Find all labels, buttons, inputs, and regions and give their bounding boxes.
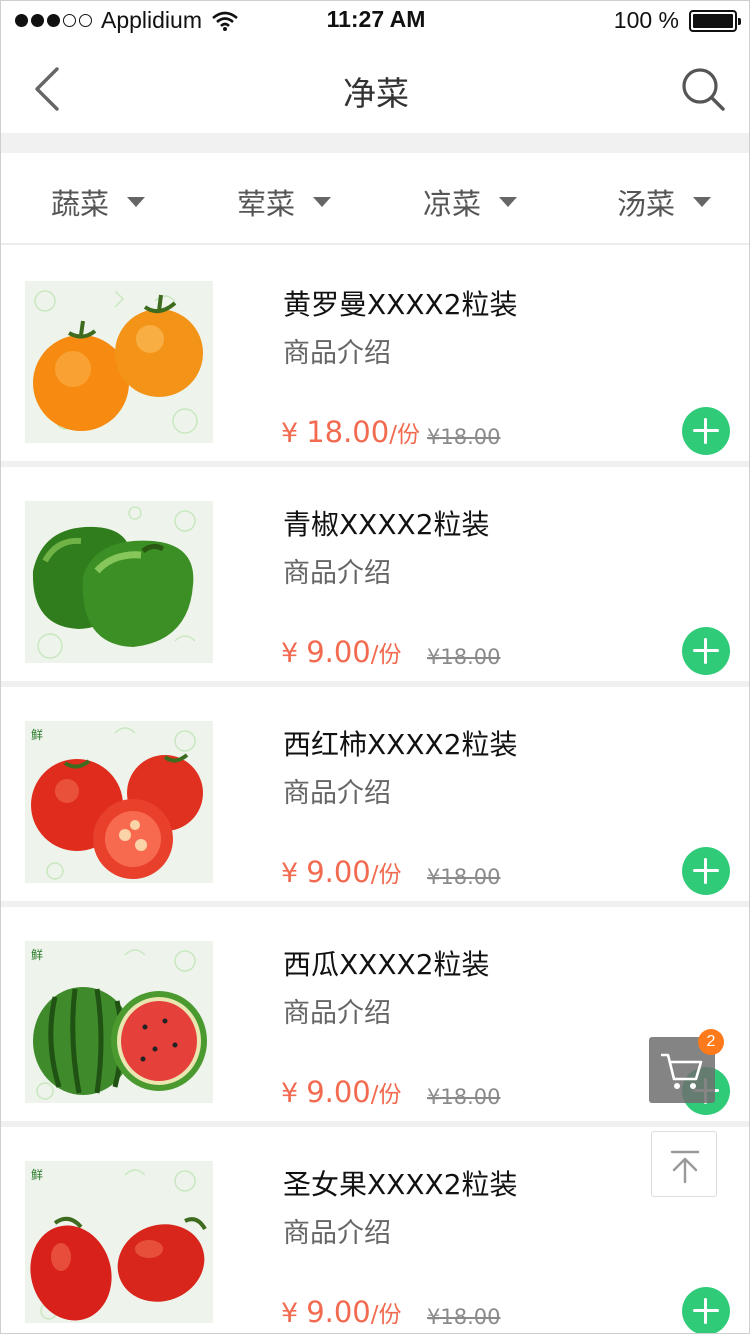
product-description: 商品介绍: [283, 338, 391, 369]
original-price: ¥18.00: [427, 425, 501, 449]
price-amount: 9.00: [306, 635, 371, 669]
section-divider: [1, 133, 749, 153]
product-image: [25, 501, 213, 663]
product-price: ¥ 9.00 /份: [281, 635, 402, 669]
status-bar: Applidium 11:27 AM 100 %: [1, 1, 749, 41]
original-price: ¥18.00: [427, 1085, 501, 1109]
price-amount: 18.00: [306, 415, 390, 449]
caret-down-icon: [693, 197, 712, 207]
cart-count-badge: 2: [698, 1029, 724, 1055]
category-filter-bar: 蔬菜 荤菜 凉菜 汤菜: [1, 153, 749, 245]
filter-label: 凉菜: [423, 187, 482, 221]
price-unit: /份: [370, 642, 402, 668]
price-currency: ¥: [281, 1078, 299, 1109]
product-image: 鲜: [25, 941, 213, 1103]
svg-text:鲜: 鲜: [31, 948, 43, 962]
add-to-cart-button[interactable]: [682, 407, 730, 455]
price-currency: ¥: [281, 1298, 299, 1329]
app-screen: Applidium 11:27 AM 100 % 净菜 蔬菜 荤菜 凉菜 汤菜 …: [0, 0, 750, 1334]
battery-icon: [689, 9, 741, 32]
caret-down-icon: [499, 197, 518, 207]
product-price: ¥ 9.00 /份: [281, 855, 402, 889]
svg-text:鲜: 鲜: [31, 1168, 43, 1182]
product-item[interactable]: 黄罗曼XXXX2粒装 商品介绍 ¥ 18.00 /份 ¥18.00: [1, 247, 749, 467]
filter-label: 蔬菜: [51, 187, 110, 221]
price-currency: ¥: [281, 858, 299, 889]
add-to-cart-button[interactable]: [682, 847, 730, 895]
filter-label: 汤菜: [617, 187, 676, 221]
product-price: ¥ 9.00 /份: [281, 1075, 402, 1109]
product-image: [25, 281, 213, 443]
price-unit: /份: [389, 422, 420, 448]
filter-label: 荤菜: [237, 187, 296, 221]
price-unit: /份: [370, 1082, 402, 1108]
scroll-to-top-button[interactable]: [651, 1131, 717, 1197]
price-unit: /份: [370, 1302, 402, 1328]
product-description: 商品介绍: [283, 778, 391, 809]
price-unit: /份: [370, 862, 402, 888]
product-item[interactable]: 鲜 西瓜XXXX2粒装 商品介绍 ¥ 9.00 /份 ¥18.00: [1, 907, 749, 1127]
price-amount: 9.00: [306, 1075, 371, 1109]
product-description: 商品介绍: [283, 1218, 391, 1249]
search-icon[interactable]: [679, 65, 727, 113]
product-image: 鲜: [25, 721, 213, 883]
price-amount: 9.00: [306, 855, 371, 889]
caret-down-icon: [313, 197, 332, 207]
original-price: ¥18.00: [427, 1305, 501, 1329]
product-item[interactable]: 青椒XXXX2粒装 商品介绍 ¥ 9.00 /份 ¥18.00: [1, 467, 749, 687]
add-to-cart-button[interactable]: [682, 1287, 730, 1333]
product-image: 鲜: [25, 1161, 213, 1323]
caret-down-icon: [127, 197, 146, 207]
page-title: 净菜: [343, 74, 409, 113]
product-name: 圣女果XXXX2粒装: [283, 1168, 518, 1201]
product-price: ¥ 18.00 /份: [281, 415, 420, 449]
filter-dropdown-cold-dishes[interactable]: 凉菜: [423, 181, 518, 223]
price-currency: ¥: [281, 638, 299, 669]
original-price: ¥18.00: [427, 865, 501, 889]
filter-dropdown-vegetables[interactable]: 蔬菜: [51, 181, 146, 223]
arrow-up-to-top-icon: [670, 1150, 700, 1184]
price-amount: 9.00: [306, 1295, 371, 1329]
svg-text:鲜: 鲜: [31, 728, 43, 742]
product-description: 商品介绍: [283, 998, 391, 1029]
product-price: ¥ 9.00 /份: [281, 1295, 402, 1329]
product-name: 黄罗曼XXXX2粒装: [283, 288, 518, 321]
product-name: 西瓜XXXX2粒装: [283, 948, 490, 981]
filter-dropdown-meat[interactable]: 荤菜: [237, 181, 332, 223]
original-price: ¥18.00: [427, 645, 501, 669]
navigation-bar: 净菜: [1, 41, 749, 133]
price-currency: ¥: [281, 418, 299, 449]
filter-dropdown-soup[interactable]: 汤菜: [617, 181, 712, 223]
battery-percent: 100 %: [613, 7, 679, 33]
product-name: 西红柿XXXX2粒装: [283, 728, 518, 761]
add-to-cart-button[interactable]: [682, 627, 730, 675]
product-name: 青椒XXXX2粒装: [283, 508, 490, 541]
product-item[interactable]: 鲜 圣女果XXXX2粒装 商品介绍 ¥ 9.00 /份 ¥18.00: [1, 1127, 749, 1333]
product-list: 黄罗曼XXXX2粒装 商品介绍 ¥ 18.00 /份 ¥18.00 青椒XXXX…: [1, 247, 749, 1333]
product-description: 商品介绍: [283, 558, 391, 589]
product-item[interactable]: 鲜 西红柿XXXX2粒装 商品介绍 ¥ 9.00 /份 ¥18.00: [1, 687, 749, 907]
battery-status: 100 %: [613, 7, 741, 34]
